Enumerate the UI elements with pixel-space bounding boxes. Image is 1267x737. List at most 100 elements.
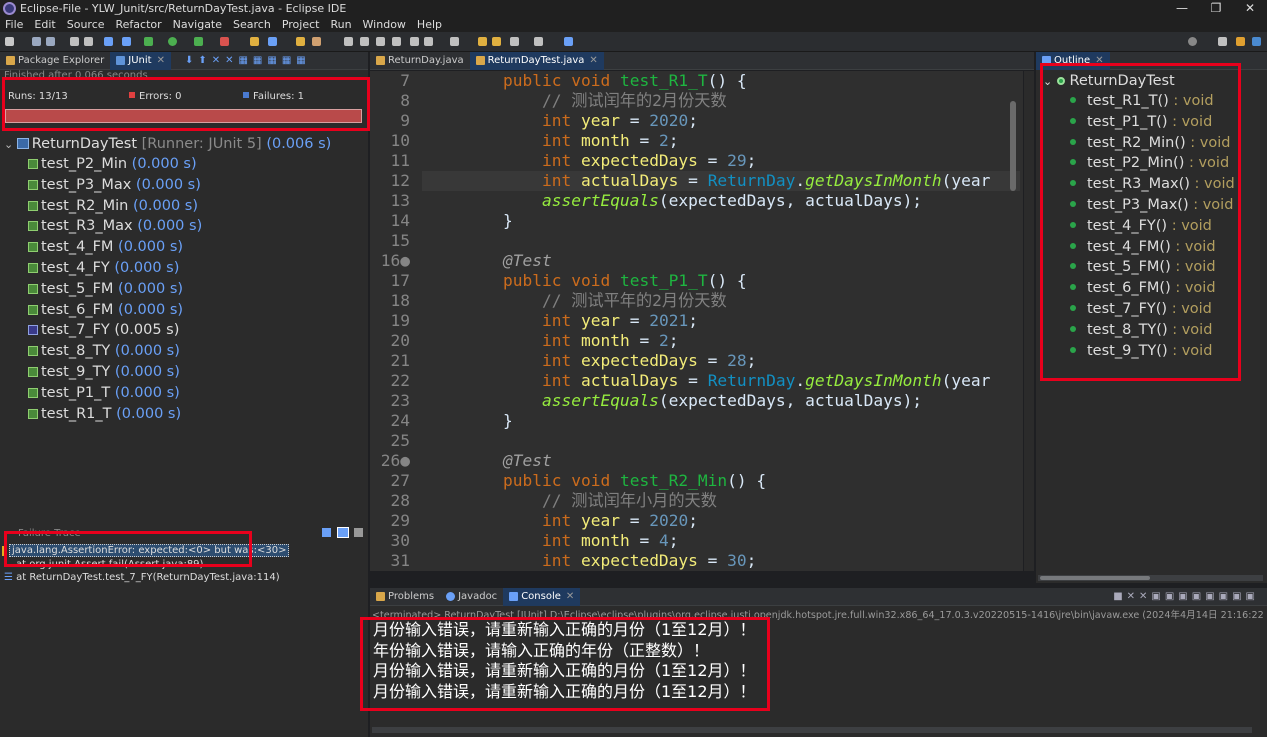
annotation-icon[interactable] (344, 37, 353, 46)
show-whitespace-icon[interactable] (392, 37, 401, 46)
code-line[interactable]: 24 } (370, 411, 1023, 431)
code-line[interactable]: 8 // 测试闰年的2月份天数 (370, 91, 1023, 111)
test-row[interactable]: test_4_FM (0.000 s) (0, 237, 368, 258)
save-all-icon[interactable] (46, 37, 55, 46)
code-line[interactable]: 13 assertEquals(expectedDays, actualDays… (370, 191, 1023, 211)
test-row[interactable]: test_R3_Max (0.000 s) (0, 216, 368, 237)
debug-icon[interactable] (144, 37, 153, 46)
menu-window[interactable]: Window (363, 18, 406, 31)
console-hscrollbar[interactable] (372, 727, 1252, 733)
menu-project[interactable]: Project (282, 18, 320, 31)
trace-line[interactable]: ☰ at ReturnDayTest.test_7_FY(ReturnDayTe… (4, 572, 280, 583)
code-line[interactable]: 10 int month = 2; (370, 131, 1023, 151)
filter-stack-icon[interactable] (354, 528, 363, 537)
tab-console[interactable]: Console ✕ (503, 587, 581, 606)
test-row[interactable]: test_9_TY (0.000 s) (0, 362, 368, 383)
tab-package-explorer[interactable]: Package Explorer (0, 52, 110, 70)
back-nav-icon[interactable] (510, 37, 519, 46)
code-line[interactable]: 22 int actualDays = ReturnDay.getDaysInM… (370, 371, 1023, 391)
code-line[interactable]: 19 int year = 2021; (370, 311, 1023, 331)
minimize-button[interactable]: — (1165, 0, 1199, 17)
open-perspective-icon[interactable] (1252, 37, 1261, 46)
code-line[interactable]: 30 int month = 4; (370, 531, 1023, 551)
tab-returnday-java[interactable]: ReturnDay.java (370, 52, 470, 70)
test-row[interactable]: test_R1_T (0.000 s) (0, 404, 368, 425)
close-tab-icon[interactable]: ✕ (566, 591, 574, 602)
debug-perspective-icon[interactable] (1236, 37, 1245, 46)
code-line[interactable]: 20 int month = 2; (370, 331, 1023, 351)
code-line[interactable]: 9 int year = 2020; (370, 111, 1023, 131)
code-line[interactable]: 27 public void test_R2_Min() { (370, 471, 1023, 491)
menu-file[interactable]: File (5, 18, 23, 31)
test-row[interactable]: test_6_FM (0.000 s) (0, 300, 368, 321)
undo-icon[interactable] (70, 37, 79, 46)
maximize-button[interactable]: ❐ (1199, 0, 1233, 17)
menu-run[interactable]: Run (330, 18, 351, 31)
new-java-project-icon[interactable] (250, 37, 259, 46)
search-tool-icon[interactable] (312, 37, 321, 46)
coverage-icon[interactable] (194, 37, 203, 46)
save-icon[interactable] (32, 37, 41, 46)
menu-edit[interactable]: Edit (34, 18, 55, 31)
console-toolbar-icons[interactable]: ■✕✕▣▣▣▣▣▣▣▣ (1113, 591, 1259, 602)
test-row[interactable]: test_P2_Min (0.000 s) (0, 154, 368, 175)
tab-problems[interactable]: Problems (370, 588, 440, 606)
compare-results-icon[interactable] (337, 527, 349, 538)
code-line[interactable]: 23 assertEquals(expectedDays, actualDays… (370, 391, 1023, 411)
perspective-icon[interactable] (564, 37, 573, 46)
close-button[interactable]: ✕ (1233, 0, 1267, 17)
block-select-icon[interactable] (376, 37, 385, 46)
menu-refactor[interactable]: Refactor (116, 18, 162, 31)
menu-help[interactable]: Help (417, 18, 442, 31)
run-icon[interactable] (168, 37, 177, 46)
code-line[interactable]: 21 int expectedDays = 28; (370, 351, 1023, 371)
code-line[interactable]: 28 // 测试闰年小月的天数 (370, 491, 1023, 511)
tab-javadoc[interactable]: Javadoc (440, 588, 503, 606)
test-row[interactable]: test_8_TY (0.000 s) (0, 341, 368, 362)
test-row[interactable]: test_4_FY (0.000 s) (0, 258, 368, 279)
menu-navigate[interactable]: Navigate (173, 18, 222, 31)
test-row[interactable]: test_P3_Max (0.000 s) (0, 175, 368, 196)
test-row[interactable]: test_P1_T (0.000 s) (0, 383, 368, 404)
new-package-icon[interactable] (268, 37, 277, 46)
code-line[interactable]: 15 (370, 231, 1023, 251)
test-row[interactable]: test_R2_Min (0.000 s) (0, 196, 368, 217)
code-line[interactable]: 17 public void test_P1_T() { (370, 271, 1023, 291)
back-icon[interactable] (492, 37, 501, 46)
external-tools-icon[interactable] (220, 37, 229, 46)
last-edit-icon[interactable] (478, 37, 487, 46)
next-annotation-icon[interactable] (424, 37, 433, 46)
code-line[interactable]: 31 int expectedDays = 30; (370, 551, 1023, 571)
code-line[interactable]: 16● @Test (370, 251, 1023, 271)
expand-chevron-icon[interactable]: ⌄ (4, 138, 17, 151)
code-line[interactable]: 7 public void test_R1_T() { (370, 71, 1023, 91)
code-line[interactable]: 12 int actualDays = ReturnDay.getDaysInM… (370, 171, 1023, 191)
tab-junit[interactable]: JUnit ✕ (110, 51, 171, 70)
code-line[interactable]: 29 int year = 2020; (370, 511, 1023, 531)
java-perspective-icon[interactable] (1218, 37, 1227, 46)
code-line[interactable]: 25 (370, 431, 1023, 451)
code-editor[interactable]: 7 public void test_R1_T() {8 // 测试闰年的2月份… (370, 71, 1023, 571)
terminal-icon[interactable] (104, 37, 113, 46)
redo-icon[interactable] (84, 37, 93, 46)
code-line[interactable]: 18 // 测试平年的2月份天数 (370, 291, 1023, 311)
skip-breakpoints-icon[interactable] (122, 37, 131, 46)
test-root-node[interactable]: ⌄ ReturnDayTest [Runner: JUnit 5] (0.006… (0, 135, 368, 154)
stack-trace-icon[interactable] (322, 528, 331, 537)
code-line[interactable]: 11 int expectedDays = 29; (370, 151, 1023, 171)
toggle-mark-icon[interactable] (360, 37, 369, 46)
tab-returndaytest-java[interactable]: ReturnDayTest.java ✕ (469, 51, 604, 70)
menu-search[interactable]: Search (233, 18, 271, 31)
open-type-icon[interactable] (296, 37, 305, 46)
new-icon[interactable] (5, 37, 14, 46)
test-row-failed[interactable]: test_7_FY (0.005 s) (0, 320, 368, 341)
code-line[interactable]: 26● @Test (370, 451, 1023, 471)
search-icon[interactable] (1188, 37, 1197, 46)
paragraph-icon[interactable] (410, 37, 419, 46)
close-tab-icon[interactable]: ✕ (589, 55, 597, 66)
prev-annotation-icon[interactable] (450, 37, 459, 46)
close-tab-icon[interactable]: ✕ (157, 55, 165, 66)
menu-source[interactable]: Source (67, 18, 105, 31)
test-row[interactable]: test_5_FM (0.000 s) (0, 279, 368, 300)
junit-toolbar-icons[interactable]: ⬇⬆✕✕▦▦▦▦▦ (185, 55, 311, 66)
